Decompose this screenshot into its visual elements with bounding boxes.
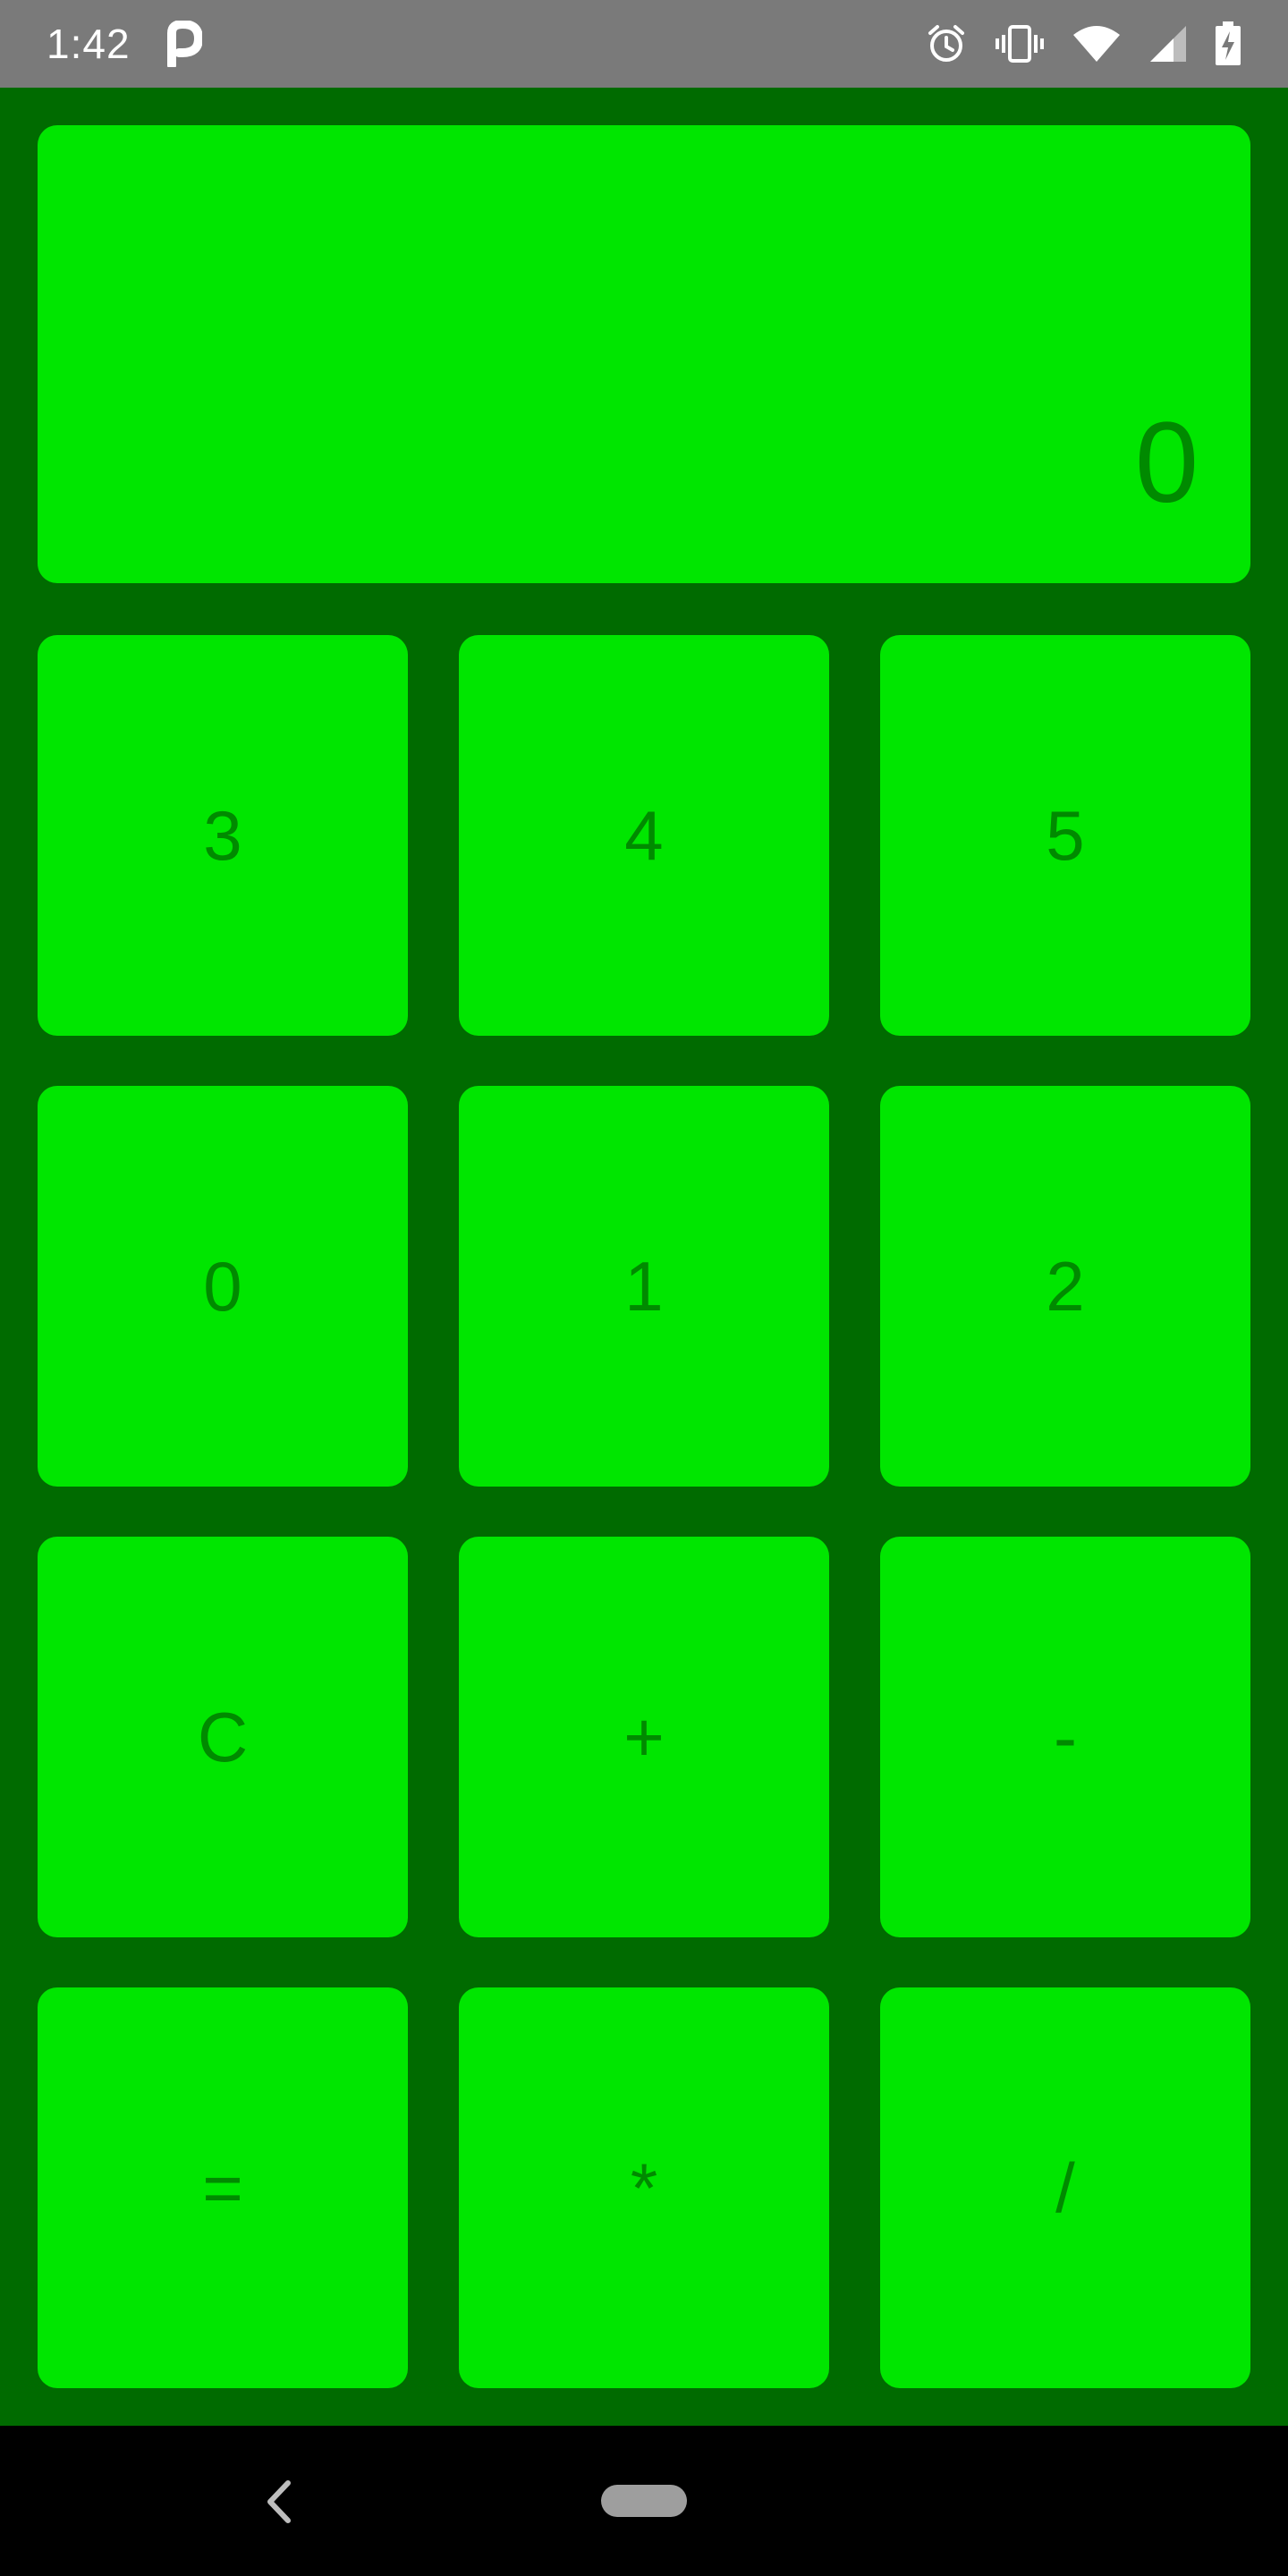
divide-button[interactable]: / <box>880 1987 1250 2388</box>
multiply-button[interactable]: * <box>459 1987 829 2388</box>
calculator-app: 0 3 4 5 0 1 2 C + - = * / <box>0 88 1288 2426</box>
battery-charging-icon <box>1215 21 1241 66</box>
key-2[interactable]: 2 <box>880 1086 1250 1487</box>
key-3[interactable]: 3 <box>38 635 408 1036</box>
back-icon[interactable] <box>261 2478 297 2526</box>
alarm-icon <box>925 22 968 65</box>
key-0[interactable]: 0 <box>38 1086 408 1487</box>
p-app-icon <box>166 19 203 70</box>
vibrate-icon <box>995 24 1045 64</box>
key-5[interactable]: 5 <box>880 635 1250 1036</box>
keypad: 3 4 5 0 1 2 C + - = * / <box>38 635 1250 2388</box>
display-value: 0 <box>1134 399 1199 527</box>
home-pill[interactable] <box>601 2485 687 2517</box>
equals-button[interactable]: = <box>38 1987 408 2388</box>
signal-icon <box>1148 24 1188 64</box>
clear-button[interactable]: C <box>38 1537 408 1937</box>
status-time: 1:42 <box>47 21 131 67</box>
subtract-button[interactable]: - <box>880 1537 1250 1937</box>
status-icons <box>925 21 1241 66</box>
key-1[interactable]: 1 <box>459 1086 829 1487</box>
add-button[interactable]: + <box>459 1537 829 1937</box>
result-display: 0 <box>38 125 1250 583</box>
navigation-bar <box>0 2426 1288 2576</box>
key-4[interactable]: 4 <box>459 635 829 1036</box>
wifi-icon <box>1072 24 1122 64</box>
status-bar: 1:42 <box>0 0 1288 88</box>
